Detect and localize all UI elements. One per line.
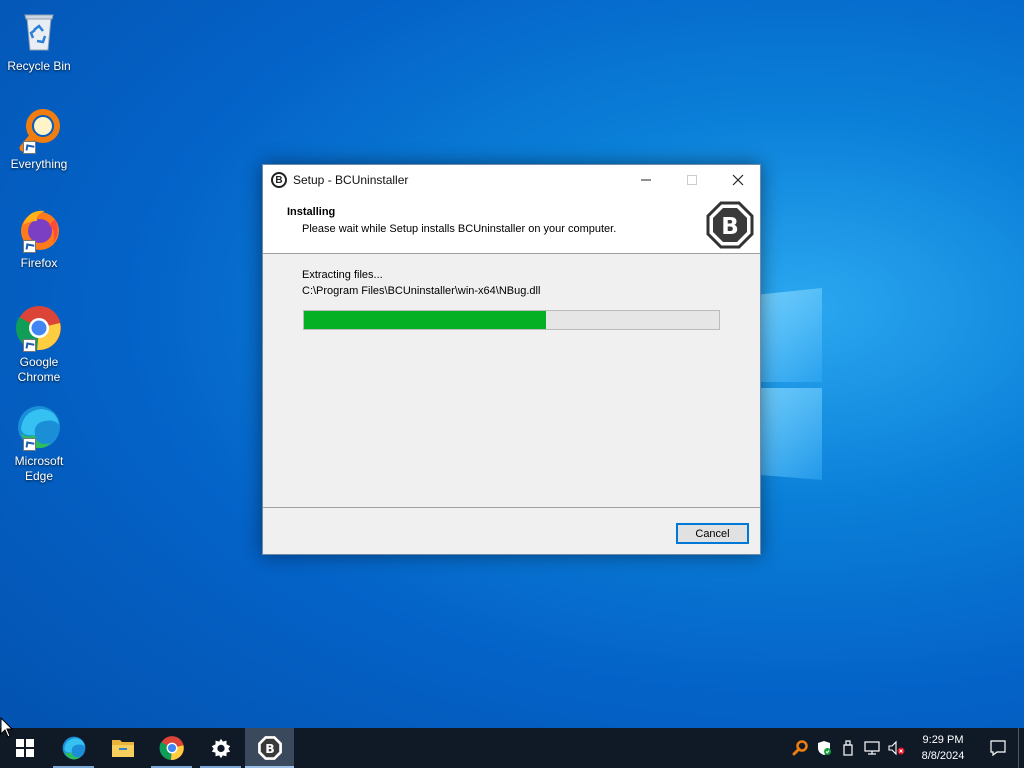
svg-text:B: B: [721, 214, 739, 240]
dialog-titlebar[interactable]: B Setup - BCUninstaller: [263, 165, 760, 195]
recycle-bin-icon: [15, 8, 63, 56]
system-tray: 9:29 PM 8/8/2024: [788, 728, 1024, 768]
close-button[interactable]: [715, 165, 760, 195]
microsoft-edge-label: Microsoft Edge: [14, 454, 64, 483]
bcuninstaller-app-icon: B: [271, 172, 287, 188]
taskbar-file-explorer[interactable]: [98, 728, 147, 768]
progress-fill: [304, 311, 546, 329]
shield-icon: [818, 741, 831, 755]
taskbar: B 9:29 PM 8/8/2024: [0, 728, 1024, 768]
maximize-button: [669, 165, 714, 195]
notification-icon: [990, 740, 1006, 757]
install-progress-bar: [303, 310, 720, 330]
cancel-button[interactable]: Cancel: [676, 523, 749, 544]
everything-tray-icon: [792, 740, 808, 756]
chrome-icon: [159, 736, 184, 760]
edge-icon: [62, 736, 85, 760]
desktop-icon-google-chrome[interactable]: Google Chrome: [4, 304, 74, 385]
everything-label: Everything: [10, 157, 68, 171]
edge-icon: [15, 403, 63, 451]
tray-usb[interactable]: [836, 728, 860, 768]
everything-icon: [15, 106, 63, 154]
bcuninstaller-logo-icon: B: [706, 201, 754, 249]
svg-text:B: B: [265, 741, 274, 756]
tray-everything[interactable]: [788, 728, 812, 768]
dialog-title: Setup - BCUninstaller: [293, 173, 409, 187]
recycle-bin-label: Recycle Bin: [7, 59, 71, 73]
mouse-cursor-icon: [0, 717, 14, 738]
tray-network[interactable]: [860, 728, 884, 768]
volume-muted-icon: [888, 740, 905, 756]
maximize-icon: [686, 175, 697, 185]
taskbar-bcuninstaller[interactable]: B: [245, 728, 294, 768]
current-file-path: C:\Program Files\BCUninstaller\win-x64\N…: [302, 285, 541, 297]
network-icon: [864, 741, 880, 755]
usb-drive-icon: [843, 740, 853, 756]
close-icon: [732, 174, 743, 186]
bcuninstaller-icon: B: [257, 736, 282, 760]
minimize-icon: [640, 179, 651, 181]
desktop-icon-everything[interactable]: Everything: [4, 106, 74, 172]
file-explorer-icon: [111, 740, 134, 757]
taskbar-chrome[interactable]: [147, 728, 196, 768]
clock-date: 8/8/2024: [921, 750, 965, 762]
desktop-icon-recycle-bin[interactable]: Recycle Bin: [4, 8, 74, 74]
taskbar-edge[interactable]: [49, 728, 98, 768]
dialog-body: Extracting files... C:\Program Files\BCU…: [263, 254, 760, 508]
firefox-label: Firefox: [20, 256, 58, 270]
google-chrome-label: Google Chrome: [17, 355, 61, 384]
desktop-icon-microsoft-edge[interactable]: Microsoft Edge: [4, 403, 74, 484]
dialog-header: Installing Please wait while Setup insta…: [263, 195, 760, 254]
minimize-button[interactable]: [623, 165, 668, 195]
status-text: Extracting files...: [302, 269, 383, 281]
tray-volume[interactable]: [884, 728, 908, 768]
taskbar-settings[interactable]: [196, 728, 245, 768]
show-desktop-button[interactable]: [1018, 728, 1024, 768]
dialog-footer: Cancel: [263, 507, 760, 554]
clock-time: 9:29 PM: [922, 734, 964, 746]
tray-security[interactable]: [812, 728, 836, 768]
action-center-button[interactable]: [978, 728, 1018, 768]
firefox-icon: [15, 205, 63, 253]
chrome-icon: [15, 304, 63, 352]
taskbar-clock[interactable]: 9:29 PM 8/8/2024: [908, 732, 978, 764]
setup-dialog: B Setup - BCUninstaller Installing Pleas…: [262, 164, 761, 555]
header-title: Installing: [287, 206, 336, 218]
desktop-icon-firefox[interactable]: Firefox: [4, 205, 74, 271]
settings-icon: [211, 738, 230, 759]
start-icon: [15, 739, 34, 757]
header-subtitle: Please wait while Setup installs BCUnins…: [302, 223, 617, 235]
